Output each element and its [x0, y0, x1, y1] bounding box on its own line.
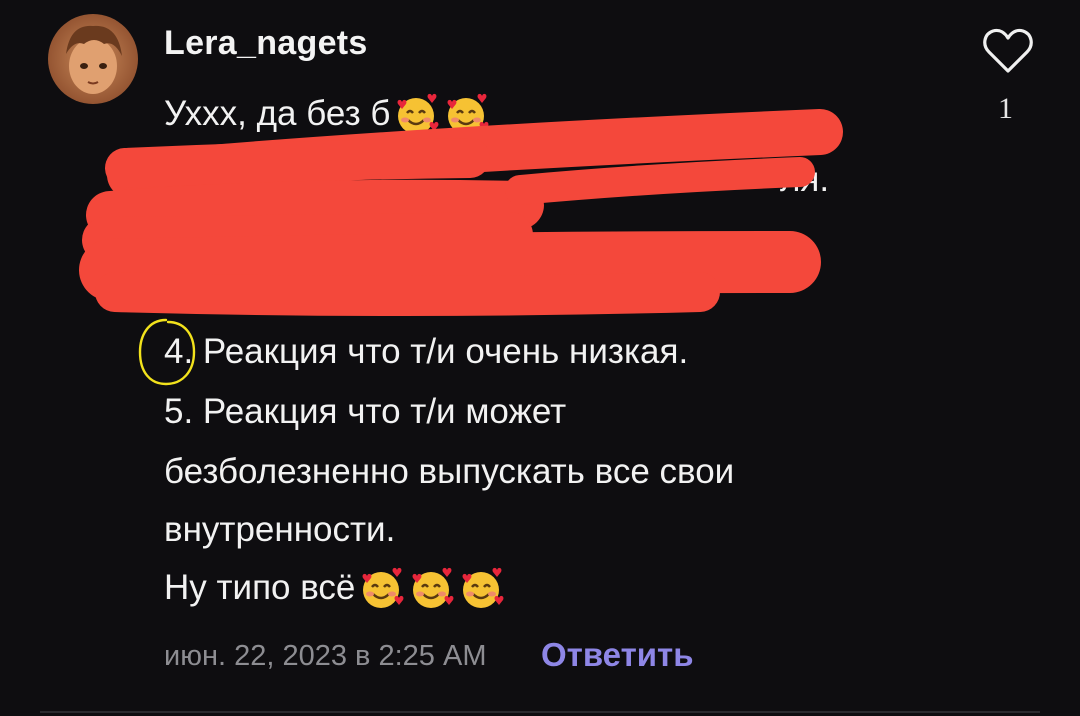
comment-line-5: 5. Реакция что т/и может: [164, 392, 566, 432]
like-count: 1: [998, 92, 1013, 125]
comment-text: безболезненно выпускать все свои: [164, 452, 735, 491]
comment-text: Ухxx, да без б: [164, 94, 391, 133]
smiling-face-with-hearts-emoji: [462, 567, 504, 608]
comment-text: 4. Реакция что т/и очень низкая.: [164, 332, 689, 371]
comment-timestamp: июн. 22, 2023 в 2:25 AM: [164, 640, 487, 672]
divider: [40, 711, 1040, 713]
comment-text: внутренности.: [164, 510, 396, 549]
comment-screen: Lera_nagets 1 Ухxx, да без б ля. 4. Реак…: [0, 0, 1080, 716]
avatar-image: [48, 14, 138, 104]
comment-text: Ну типо всё: [164, 568, 356, 607]
like-button[interactable]: [982, 26, 1034, 76]
heart-outline-icon: [983, 28, 1033, 73]
comment-line-4: 4. Реакция что т/и очень низкая.: [164, 332, 688, 372]
comment-line-7: внутренности.: [164, 510, 395, 550]
smiling-face-with-hearts-emoji: [447, 93, 489, 134]
comment-line-1: Ухxx, да без б: [164, 92, 490, 136]
comment-line-8: Ну типо всё: [164, 566, 505, 610]
username[interactable]: Lera_nagets: [164, 24, 368, 63]
smiling-face-with-hearts-emoji: [397, 93, 439, 134]
avatar[interactable]: [48, 14, 138, 104]
reply-button[interactable]: Ответить: [541, 636, 694, 674]
smiling-face-with-hearts-emoji: [362, 567, 404, 608]
comment-line-6: безболезненно выпускать все свои: [164, 452, 734, 492]
partially-visible-text: ля.: [780, 160, 830, 199]
smiling-face-with-hearts-emoji: [412, 567, 454, 608]
comment-text: 5. Реакция что т/и может: [164, 392, 567, 431]
